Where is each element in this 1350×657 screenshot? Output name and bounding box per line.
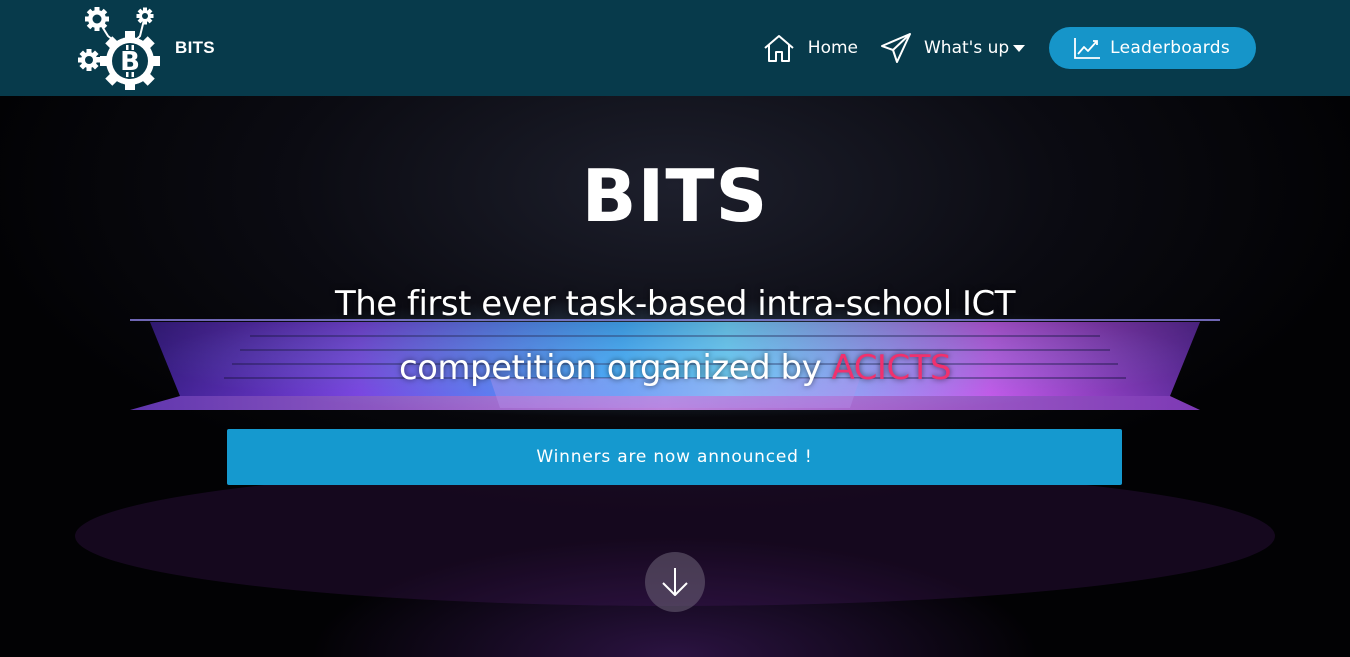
hero-subtitle-accent: ACICTS bbox=[831, 348, 952, 388]
caret-down-icon bbox=[1013, 44, 1026, 52]
nav-whatsup-dropdown[interactable]: What's up bbox=[880, 27, 1026, 69]
nav-home-link[interactable]: Home bbox=[762, 27, 858, 69]
hero-title: BITS bbox=[581, 154, 769, 238]
winners-announcement-button[interactable]: Winners are now announced ! bbox=[227, 429, 1122, 485]
leaderboards-label: Leaderboards bbox=[1110, 38, 1230, 58]
scroll-down-button[interactable] bbox=[645, 552, 705, 612]
nav-whatsup-label: What's up bbox=[923, 38, 1010, 58]
gears-logo-icon: B bbox=[78, 7, 160, 90]
svg-text:B: B bbox=[120, 47, 140, 77]
hero-subtitle-line1: The first ever task-based intra-school I… bbox=[334, 284, 1016, 324]
hero-subtitle: The first ever task-based intra-school I… bbox=[275, 272, 1075, 400]
hero-subtitle-line2: competition organized by bbox=[398, 348, 822, 388]
home-icon bbox=[764, 35, 794, 62]
main-nav: Home What's up Leaderboards bbox=[762, 27, 1256, 69]
announcement-label: Winners are now announced ! bbox=[536, 447, 813, 467]
navbar: B BITS Home What's up Leaderboards bbox=[0, 0, 1350, 96]
hero-section: BITS The first ever task-based intra-sch… bbox=[0, 96, 1350, 657]
chart-line-icon bbox=[1074, 38, 1101, 59]
leaderboards-button[interactable]: Leaderboards bbox=[1049, 27, 1256, 69]
nav-home-label: Home bbox=[807, 38, 858, 58]
brand-name: BITS bbox=[175, 38, 215, 57]
brand-link[interactable]: B BITS bbox=[78, 6, 228, 90]
arrow-down-icon bbox=[662, 568, 688, 596]
paper-plane-icon bbox=[880, 33, 911, 63]
